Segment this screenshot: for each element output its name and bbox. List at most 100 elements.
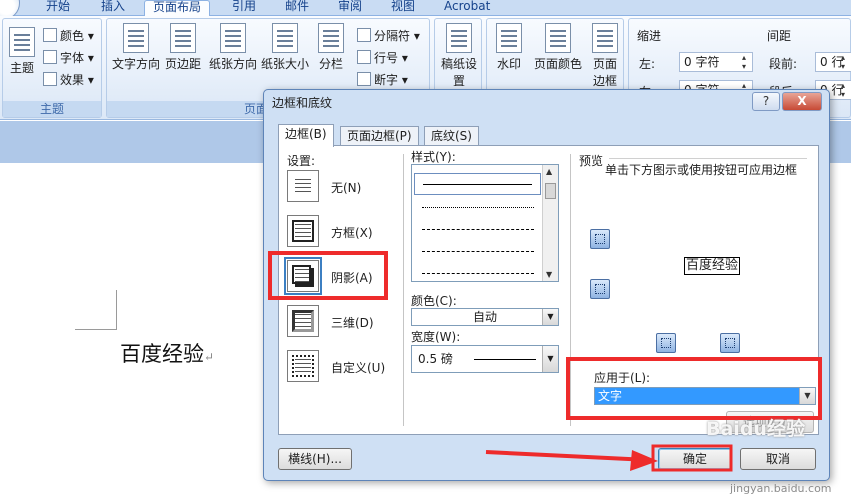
- spacing-title: 间距: [767, 29, 792, 43]
- tab-insert[interactable]: 插入: [101, 0, 125, 16]
- columns-icon: [318, 23, 344, 53]
- text-direction-icon: [123, 23, 149, 53]
- setting-3d[interactable]: 三维(D): [287, 305, 399, 339]
- border-right-button[interactable]: [720, 333, 740, 353]
- theme-fonts-button[interactable]: 字体 ▾: [43, 49, 94, 66]
- page-borders-button[interactable]: 页面边框: [589, 23, 621, 89]
- margins-button[interactable]: 页边距: [163, 23, 203, 72]
- border-bottom-button[interactable]: [590, 279, 610, 299]
- tab-acrobat[interactable]: Acrobat: [444, 0, 490, 16]
- effects-icon: [43, 72, 57, 86]
- size-button[interactable]: 纸张大小: [259, 23, 311, 72]
- color-label: 颜色(C):: [411, 294, 457, 308]
- highlight-apply-to: [566, 357, 822, 420]
- tab-page-layout[interactable]: 页面布局: [144, 0, 211, 17]
- tab-home[interactable]: 开始: [46, 0, 70, 16]
- document-text[interactable]: 百度经验↵: [120, 338, 214, 368]
- horizontal-line-button[interactable]: 横线(H)...: [278, 448, 352, 470]
- breaks-icon: [357, 28, 371, 42]
- separator-left: [403, 154, 404, 426]
- paper-setup-button[interactable]: 稿纸设置: [439, 23, 479, 89]
- line-numbers-icon: [357, 50, 371, 64]
- style-label: 样式(Y):: [411, 150, 456, 164]
- margins-icon: [170, 23, 196, 53]
- line-numbers-button[interactable]: 行号 ▾: [357, 49, 408, 66]
- text-direction-button[interactable]: 文字方向: [111, 23, 161, 72]
- theme-effects-button[interactable]: 效果 ▾: [43, 71, 94, 88]
- ribbon-tab-bar: 开始 插入 页面布局 引用 邮件 审阅 视图 Acrobat: [0, 0, 851, 20]
- close-button[interactable]: X: [782, 92, 822, 111]
- paragraph-mark: ↵: [204, 350, 215, 364]
- fonts-icon: [43, 50, 57, 64]
- tab-mailings[interactable]: 邮件: [285, 0, 309, 16]
- spacing-before-input[interactable]: 0 行: [815, 52, 851, 72]
- setting-3d-icon: [287, 305, 319, 337]
- preview-rule: [609, 158, 807, 159]
- help-button[interactable]: ?: [752, 92, 780, 111]
- line-style-dash-dot[interactable]: [422, 273, 534, 274]
- setting-custom-icon: [287, 350, 319, 382]
- breaks-button[interactable]: 分隔符 ▾: [357, 27, 420, 44]
- orientation-icon: [220, 23, 246, 53]
- style-scrollbar[interactable]: ▲ ▼: [542, 165, 558, 281]
- orientation-button[interactable]: 纸张方向: [207, 23, 259, 72]
- page-borders-icon: [592, 23, 618, 53]
- scroll-up-icon[interactable]: ▲: [546, 167, 552, 176]
- watermark-icon: [496, 23, 522, 53]
- settings-label: 设置:: [287, 154, 316, 168]
- themes-icon: [9, 27, 35, 57]
- color-select[interactable]: 自动 ▼: [411, 308, 559, 326]
- paper-size-icon: [272, 23, 298, 53]
- columns-button[interactable]: 分栏: [313, 23, 349, 72]
- width-sample-line: [474, 359, 536, 360]
- hyphenation-button[interactable]: 断字 ▾: [357, 71, 408, 88]
- preview-sample-text: 百度经验: [684, 257, 741, 275]
- setting-none[interactable]: 无(N): [287, 170, 399, 204]
- paper-setup-icon: [446, 23, 472, 53]
- scroll-down-icon[interactable]: ▼: [546, 270, 552, 279]
- tab-borders[interactable]: 边框(B): [278, 124, 334, 147]
- watermark-brand: Baidu经验: [706, 418, 805, 440]
- scroll-thumb[interactable]: [545, 183, 556, 199]
- line-style-dotted[interactable]: [422, 207, 534, 208]
- watermark-url: jingyan.baidu.com: [730, 482, 832, 495]
- border-top-button[interactable]: [590, 229, 610, 249]
- width-select[interactable]: 0.5 磅 ▼: [411, 345, 559, 373]
- setting-box-icon: [287, 215, 319, 247]
- tab-page-border[interactable]: 页面边框(P): [340, 126, 419, 146]
- indent-title: 缩进: [637, 29, 662, 43]
- indent-left-input[interactable]: 0 字符: [679, 52, 753, 72]
- margin-corner-mark: [75, 290, 117, 330]
- theme-group-label: 主题: [3, 101, 101, 117]
- indent-left-label: 左:: [639, 57, 656, 71]
- border-left-button[interactable]: [656, 333, 676, 353]
- setting-none-icon: [287, 170, 319, 202]
- colors-icon: [43, 28, 57, 42]
- preview-note: 单击下方图示或使用按钮可应用边框: [604, 163, 797, 177]
- tab-shading[interactable]: 底纹(S): [424, 126, 479, 146]
- tab-references[interactable]: 引用: [232, 0, 256, 16]
- theme-group: 主题 颜色 ▾ 字体 ▾ 效果 ▾ 主题: [2, 18, 102, 118]
- setting-box[interactable]: 方框(X): [287, 215, 399, 249]
- ok-button[interactable]: 确定: [658, 448, 732, 470]
- width-label: 宽度(W):: [411, 330, 461, 344]
- tab-view[interactable]: 视图: [391, 0, 415, 16]
- themes-button[interactable]: 主题: [5, 27, 39, 76]
- highlight-shadow-setting: [268, 251, 388, 300]
- dialog-title: 边框和底纹: [272, 96, 333, 110]
- color-dropdown-icon[interactable]: ▼: [542, 309, 558, 325]
- width-dropdown-icon[interactable]: ▼: [542, 346, 558, 372]
- line-style-long-dashed[interactable]: [422, 251, 534, 252]
- page-color-icon: [545, 23, 571, 53]
- watermark-button[interactable]: 水印: [491, 23, 527, 72]
- page-color-button[interactable]: 页面颜色: [531, 23, 585, 72]
- theme-colors-button[interactable]: 颜色 ▾: [43, 27, 94, 44]
- spacing-before-label: 段前:: [769, 57, 798, 71]
- line-style-solid[interactable]: [414, 173, 541, 195]
- cancel-button[interactable]: 取消: [740, 448, 816, 470]
- line-style-dashed[interactable]: [422, 229, 534, 230]
- line-style-list[interactable]: ▲ ▼: [411, 164, 559, 282]
- hyphenation-icon: [357, 72, 371, 86]
- tab-review[interactable]: 审阅: [338, 0, 362, 16]
- setting-custom[interactable]: 自定义(U): [287, 350, 399, 384]
